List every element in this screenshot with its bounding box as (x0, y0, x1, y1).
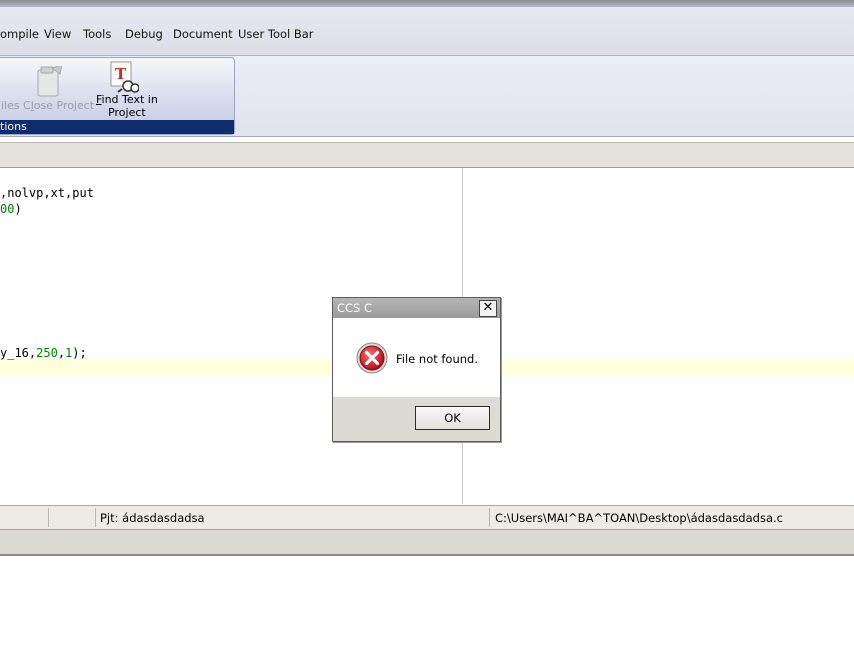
code-line: ,nolvp,xt,put (0, 186, 94, 200)
menu-view[interactable]: View (44, 27, 71, 41)
ribbon-group-label: tions (0, 120, 234, 134)
status-separator (48, 508, 49, 527)
menu-bar: ompile View Tools Debug Document User To… (0, 7, 854, 56)
menu-tools[interactable]: Tools (83, 27, 111, 41)
dialog-message: File not found. (396, 352, 479, 366)
menu-document[interactable]: Document (173, 27, 233, 41)
find-text-in-project-button[interactable]: Find Text in Project (96, 93, 158, 119)
close-icon[interactable]: ✕ (479, 300, 497, 317)
menu-debug[interactable]: Debug (125, 27, 163, 41)
status-project: Pjt: ádasdasdadsa (100, 511, 205, 525)
window-title-strip (0, 0, 854, 7)
find-text-label-line2: Project (108, 106, 146, 119)
code-number: 250 (36, 346, 58, 360)
code-line: 00) (0, 201, 22, 217)
status-separator (489, 508, 490, 527)
svg-text:T: T (115, 65, 127, 83)
code-punct: ); (72, 346, 87, 360)
error-dialog: CCS C ✕ File not found. OK (332, 297, 501, 442)
close-project-button[interactable]: Close Project (23, 99, 94, 112)
dialog-title-bar[interactable]: CCS C ✕ (333, 298, 500, 318)
close-project-label-prefix: C (23, 99, 31, 112)
ribbon-group-project-options: iles Close Project T Find Text in Projec… (0, 57, 235, 135)
close-project-icon[interactable] (35, 66, 65, 98)
dialog-footer: OK (333, 397, 500, 441)
ok-button[interactable]: OK (415, 406, 490, 430)
find-text-in-project-icon[interactable]: T (109, 61, 139, 93)
files-button[interactable]: iles (1, 99, 20, 112)
editor-tab-bar (0, 142, 854, 168)
code-punct: , (57, 346, 66, 360)
close-project-label-rest: ose Project (33, 99, 95, 112)
status-file-path: C:\Users\MAI^BA^TOAN\Desktop\ádasdasdads… (495, 511, 783, 525)
find-text-label-line1: ind Text in (101, 93, 158, 106)
status-bar: Pjt: ádasdasdadsa C:\Users\MAI^BA^TOAN\D… (0, 505, 854, 530)
status-separator (95, 508, 96, 527)
menu-user-tool-bar[interactable]: User Tool Bar (238, 27, 314, 41)
error-icon (356, 342, 388, 374)
menu-compile[interactable]: ompile (0, 27, 39, 41)
code-punct: ) (14, 202, 22, 216)
bottom-panel-bar (0, 530, 854, 556)
code-line: y_16,250,1); (0, 345, 87, 361)
dialog-title: CCS C (337, 301, 373, 315)
ribbon: iles Close Project T Find Text in Projec… (0, 56, 854, 137)
code-number: 00 (0, 202, 15, 216)
code-token: y_16, (0, 346, 37, 360)
